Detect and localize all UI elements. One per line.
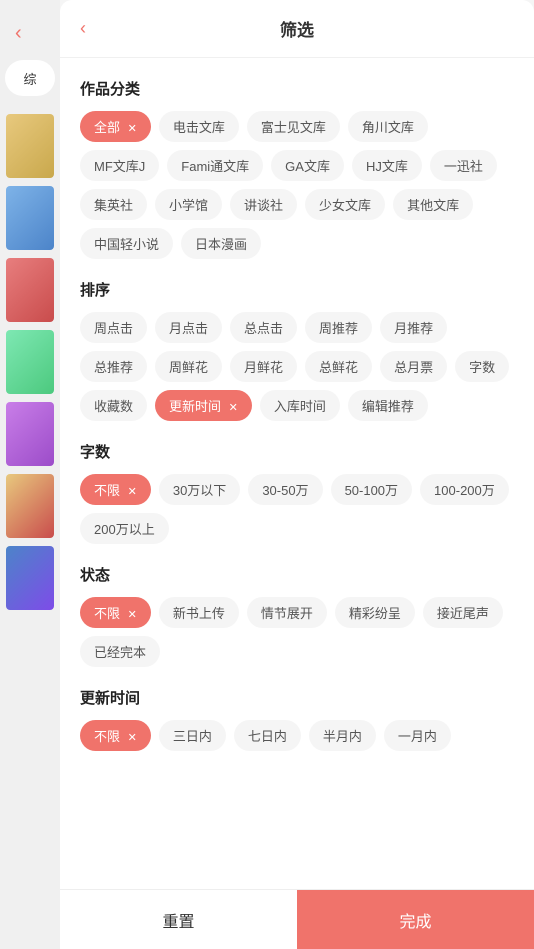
tag-月鲜花[interactable]: 月鲜花 <box>230 351 297 382</box>
tag-其他文库[interactable]: 其他文库 <box>393 189 473 220</box>
tag-mf文库j[interactable]: MF文库J <box>80 150 159 181</box>
sidebar: 综 <box>0 0 60 949</box>
confirm-button[interactable]: 完成 <box>297 890 534 949</box>
tag-fami通文库[interactable]: Fami通文库 <box>167 150 263 181</box>
section-word-count-title: 字数 <box>80 441 514 462</box>
section-status-title: 状态 <box>80 564 514 585</box>
tag-三日内[interactable]: 三日内 <box>159 720 226 751</box>
tag-ga文库[interactable]: GA文库 <box>271 150 344 181</box>
tag-hj文库[interactable]: HJ文库 <box>352 150 422 181</box>
tag-周推荐[interactable]: 周推荐 <box>305 312 372 343</box>
tag-100-200万[interactable]: 100-200万 <box>420 474 509 505</box>
book-cover-6[interactable] <box>6 474 54 538</box>
tag-新书上传[interactable]: 新书上传 <box>159 597 239 628</box>
tag-不限-time[interactable]: 不限 ✕ <box>80 720 151 751</box>
sidebar-tab-label: 综 <box>23 69 36 88</box>
book-cover-5[interactable] <box>6 402 54 466</box>
tag-总点击[interactable]: 总点击 <box>230 312 297 343</box>
tag-一迅社[interactable]: 一迅社 <box>430 150 497 181</box>
tag-更新时间[interactable]: 更新时间 ✕ <box>155 390 252 421</box>
tag-200万以上[interactable]: 200万以上 <box>80 513 169 544</box>
reset-button[interactable]: 重置 <box>60 890 297 949</box>
book-cover-3[interactable] <box>6 258 54 322</box>
tag-不限-word[interactable]: 不限 ✕ <box>80 474 151 505</box>
tag-小学馆[interactable]: 小学馆 <box>155 189 222 220</box>
book-cover-4[interactable] <box>6 330 54 394</box>
tag-不限-status[interactable]: 不限 ✕ <box>80 597 151 628</box>
filter-panel: ‹ 筛选 作品分类 全部 ✕ 电击文库 富士见文库 角川文库 MF文库J Fam… <box>60 0 534 949</box>
section-word-count: 字数 不限 ✕ 30万以下 30-50万 50-100万 100-200万 20… <box>80 441 514 544</box>
status-tags: 不限 ✕ 新书上传 情节展开 精彩纷呈 接近尾声 已经完本 <box>80 597 514 667</box>
tag-字数[interactable]: 字数 <box>455 351 509 382</box>
book-cover-7[interactable] <box>6 546 54 610</box>
update-time-tags: 不限 ✕ 三日内 七日内 半月内 一月内 <box>80 720 514 751</box>
tag-总月票[interactable]: 总月票 <box>380 351 447 382</box>
header-title: 筛选 <box>280 16 314 41</box>
tag-编辑推荐[interactable]: 编辑推荐 <box>348 390 428 421</box>
tag-电击文库[interactable]: 电击文库 <box>159 111 239 142</box>
tag-30-50万[interactable]: 30-50万 <box>248 474 322 505</box>
tag-情节展开[interactable]: 情节展开 <box>247 597 327 628</box>
category-tags: 全部 ✕ 电击文库 富士见文库 角川文库 MF文库J Fami通文库 GA文库 … <box>80 111 514 259</box>
section-sort: 排序 周点击 月点击 总点击 周推荐 月推荐 总推荐 周鲜花 月鲜花 总鲜花 总… <box>80 279 514 421</box>
book-cover-2[interactable] <box>6 186 54 250</box>
section-category-title: 作品分类 <box>80 78 514 99</box>
book-cover-1[interactable] <box>6 114 54 178</box>
tag-月推荐[interactable]: 月推荐 <box>380 312 447 343</box>
filter-content: 作品分类 全部 ✕ 电击文库 富士见文库 角川文库 MF文库J Fami通文库 … <box>60 58 534 897</box>
tag-周点击[interactable]: 周点击 <box>80 312 147 343</box>
tag-周鲜花[interactable]: 周鲜花 <box>155 351 222 382</box>
word-count-tags: 不限 ✕ 30万以下 30-50万 50-100万 100-200万 200万以… <box>80 474 514 544</box>
tag-50-100万[interactable]: 50-100万 <box>331 474 412 505</box>
tag-一月内[interactable]: 一月内 <box>384 720 451 751</box>
sidebar-tab-综[interactable]: 综 <box>5 60 55 96</box>
tag-精彩纷呈[interactable]: 精彩纷呈 <box>335 597 415 628</box>
tag-中国轻小说[interactable]: 中国轻小说 <box>80 228 173 259</box>
header: ‹ 筛选 <box>60 0 534 58</box>
tag-集英社[interactable]: 集英社 <box>80 189 147 220</box>
tag-接近尾声[interactable]: 接近尾声 <box>423 597 503 628</box>
section-status: 状态 不限 ✕ 新书上传 情节展开 精彩纷呈 接近尾声 已经完本 <box>80 564 514 667</box>
tag-入库时间[interactable]: 入库时间 <box>260 390 340 421</box>
tag-全部[interactable]: 全部 ✕ <box>80 111 151 142</box>
tag-讲谈社[interactable]: 讲谈社 <box>230 189 297 220</box>
tag-30万以下[interactable]: 30万以下 <box>159 474 240 505</box>
sidebar-books <box>6 114 54 610</box>
tag-日本漫画[interactable]: 日本漫画 <box>181 228 261 259</box>
screen-back-button[interactable]: ‹ <box>15 22 22 45</box>
back-button[interactable]: ‹ <box>80 18 86 39</box>
tag-总鲜花[interactable]: 总鲜花 <box>305 351 372 382</box>
tag-总推荐[interactable]: 总推荐 <box>80 351 147 382</box>
sort-tags: 周点击 月点击 总点击 周推荐 月推荐 总推荐 周鲜花 月鲜花 总鲜花 总月票 … <box>80 312 514 421</box>
tag-七日内[interactable]: 七日内 <box>234 720 301 751</box>
section-category: 作品分类 全部 ✕ 电击文库 富士见文库 角川文库 MF文库J Fami通文库 … <box>80 78 514 259</box>
bottom-bar: 重置 完成 <box>60 889 534 949</box>
tag-已经完本[interactable]: 已经完本 <box>80 636 160 667</box>
tag-月点击[interactable]: 月点击 <box>155 312 222 343</box>
tag-收藏数[interactable]: 收藏数 <box>80 390 147 421</box>
tag-半月内[interactable]: 半月内 <box>309 720 376 751</box>
tag-角川文库[interactable]: 角川文库 <box>348 111 428 142</box>
section-update-time: 更新时间 不限 ✕ 三日内 七日内 半月内 一月内 <box>80 687 514 751</box>
tag-少女文库[interactable]: 少女文库 <box>305 189 385 220</box>
tag-富士见文库[interactable]: 富士见文库 <box>247 111 340 142</box>
section-sort-title: 排序 <box>80 279 514 300</box>
section-update-time-title: 更新时间 <box>80 687 514 708</box>
